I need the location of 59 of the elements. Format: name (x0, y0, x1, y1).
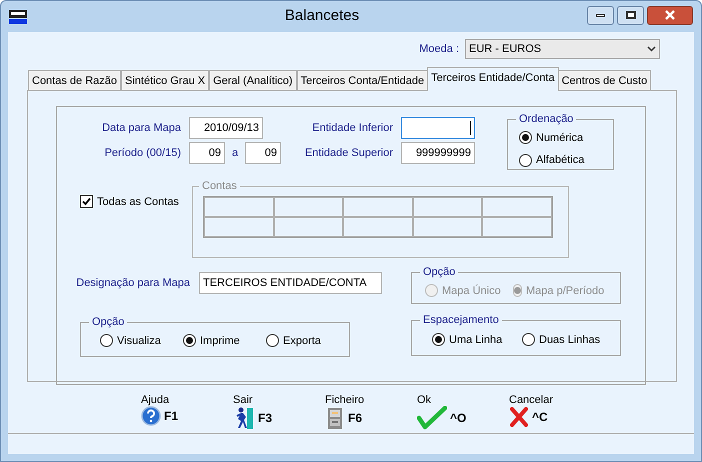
input-field[interactable]: 999999999 (401, 142, 475, 164)
currency-label: Moeda : (419, 42, 459, 57)
radio-label: Exporta (283, 334, 321, 348)
toolbar-button[interactable]: Sair F3 (207, 394, 299, 430)
input-field[interactable]: 2010/09/13 (189, 117, 263, 139)
tab[interactable]: Centros de Custo (558, 70, 652, 91)
radio-button[interactable] (519, 131, 532, 144)
radio-label: Alfabética (536, 153, 584, 168)
radio-button[interactable] (183, 334, 196, 348)
tab[interactable]: Terceiros Entidade/Conta (427, 67, 559, 91)
radio-button[interactable] (100, 334, 113, 348)
group-title: Contas (201, 179, 238, 194)
currency-dropdown[interactable]: EUR - EUROS (465, 39, 660, 59)
toolbar-button[interactable]: Ok ^O (391, 394, 483, 430)
radio-button[interactable] (522, 333, 535, 346)
checkbox[interactable] (80, 195, 93, 208)
input-field[interactable] (401, 117, 475, 139)
field-label: Entidade Inferior (311, 120, 394, 136)
group-title: Opção (422, 265, 456, 280)
radio-label: Mapa p/Período (526, 284, 604, 298)
radio-button[interactable] (266, 334, 279, 348)
radio-label: Mapa Único (442, 284, 501, 298)
field-label: Designação para Mapa (75, 276, 191, 291)
file-cabinet-icon (325, 406, 345, 430)
app-icon (9, 10, 27, 24)
cross-icon (509, 406, 529, 428)
check-icon (417, 406, 447, 430)
tab[interactable]: Sintético Grau X (121, 70, 210, 91)
separator-label: a (230, 146, 240, 161)
input-field[interactable]: TERCEIROS ENTIDADE/CONTA (199, 272, 382, 294)
field-label: Data para Mapa (101, 120, 182, 136)
tab[interactable]: Geral (Analítico) (209, 70, 297, 91)
toolbar-button[interactable]: Ficheiro F6 (299, 394, 391, 430)
window-title: Balancetes (284, 6, 360, 26)
radio-label: Duas Linhas (539, 332, 600, 348)
toolbar-button[interactable]: Cancelar ^C (483, 394, 575, 430)
radio-label: Visualiza (117, 334, 161, 348)
minimize-button[interactable] (587, 6, 614, 24)
maximize-button[interactable] (617, 6, 644, 24)
toolbar-button[interactable]: Ajuda F1 (115, 394, 207, 430)
radio-button[interactable] (519, 154, 532, 167)
radio-label: Imprime (200, 334, 240, 348)
checkbox-label: Todas as Contas (97, 195, 179, 210)
radio-button[interactable] (432, 333, 445, 346)
close-button[interactable] (647, 6, 693, 24)
field-label: Entidade Superior (304, 146, 394, 161)
close-icon (664, 10, 676, 20)
tab[interactable]: Terceiros Conta/Entidade (296, 70, 428, 91)
input-field[interactable]: 09 (189, 142, 225, 164)
group-title: Espacejamento (422, 313, 500, 328)
group-title: Opção (91, 315, 126, 330)
radio-label: Numérica (536, 130, 584, 146)
group-title: Ordenação (518, 112, 574, 127)
chevron-down-icon (647, 46, 656, 52)
help-icon (141, 406, 161, 426)
tab[interactable]: Contas de Razão (28, 70, 121, 91)
input-field[interactable]: 09 (245, 142, 281, 164)
radio-label: Uma Linha (449, 332, 502, 348)
field-label: Período (00/15) (104, 146, 182, 161)
